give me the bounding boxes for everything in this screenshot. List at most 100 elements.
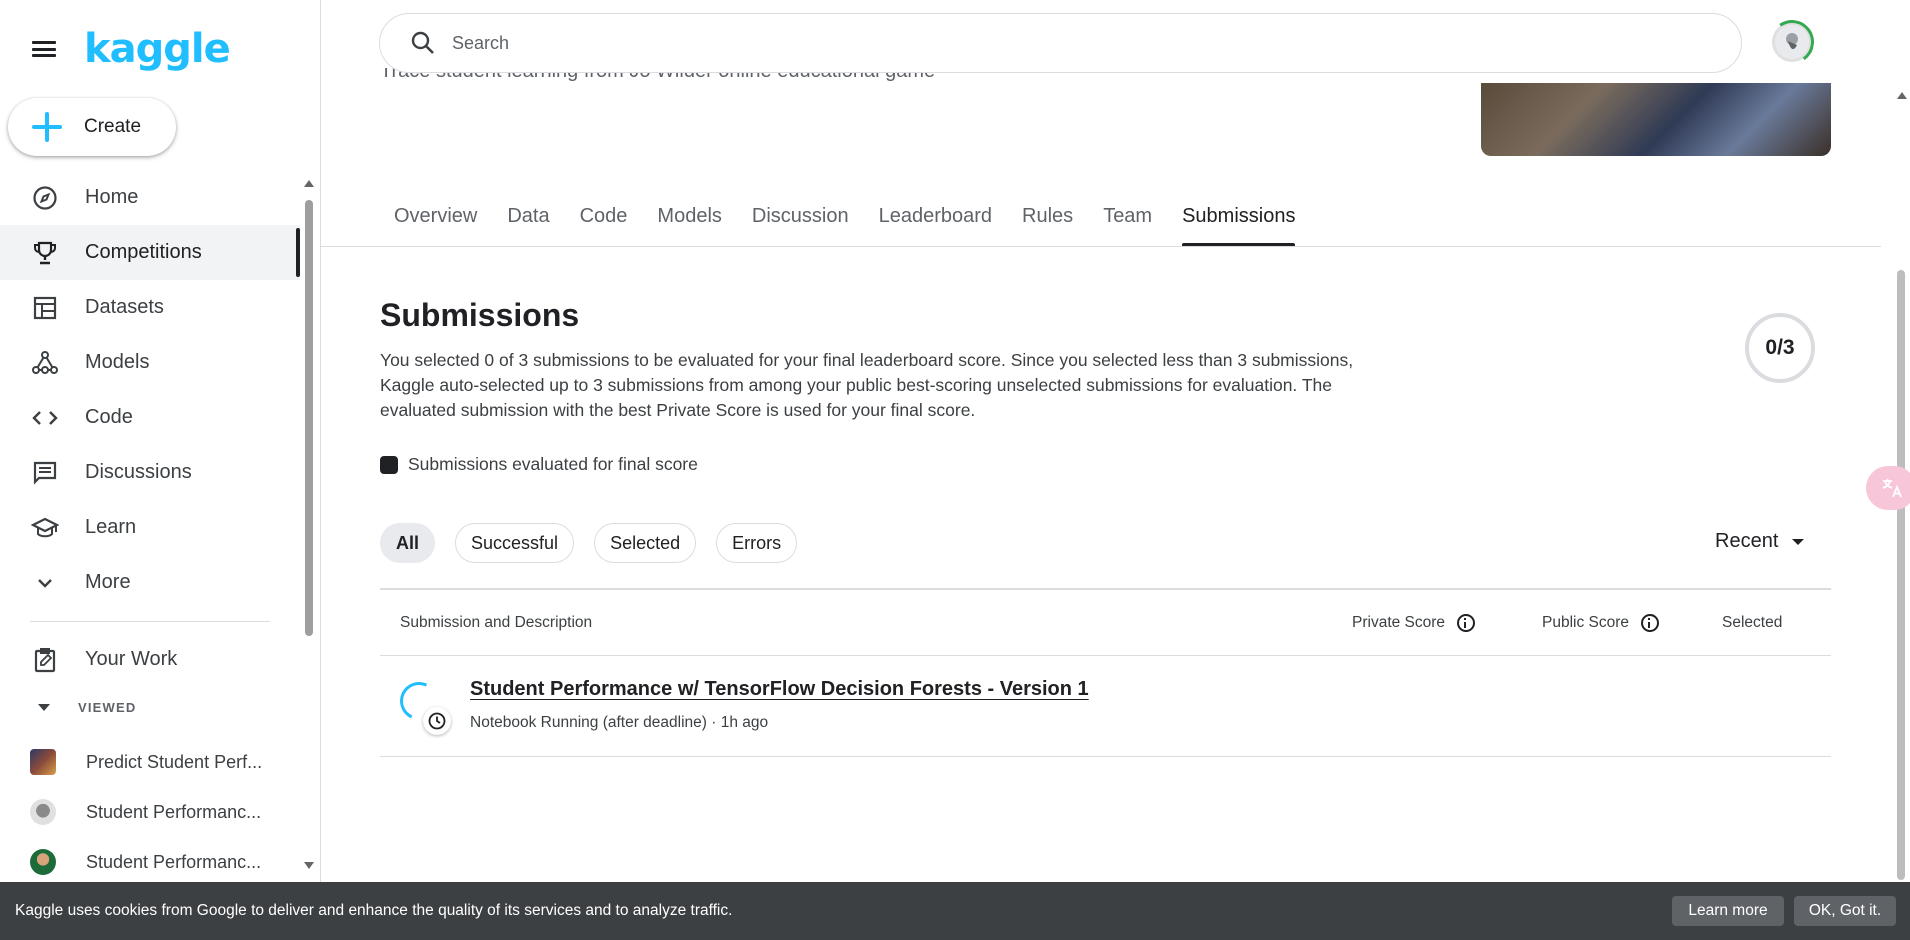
clipboard-edit-icon: [30, 645, 60, 675]
sidebar-item-label: Your Work: [85, 648, 178, 670]
scroll-down-icon[interactable]: [304, 862, 314, 869]
filter-errors[interactable]: Errors: [716, 523, 798, 563]
search-input[interactable]: [452, 32, 1652, 54]
col-selected: Selected: [1722, 613, 1783, 631]
learn-more-button[interactable]: Learn more: [1672, 896, 1784, 926]
notebook-avatar: [30, 849, 56, 875]
sidebar-item-label: Models: [85, 351, 150, 373]
submissions-description: You selected 0 of 3 submissions to be ev…: [380, 350, 1354, 420]
tab-submissions[interactable]: Submissions: [1182, 199, 1296, 247]
scrollbar-thumb[interactable]: [305, 200, 313, 636]
sidebar-item-label: Learn: [85, 516, 137, 538]
sidebar-item-learn[interactable]: Learn: [0, 500, 300, 555]
tab-leaderboard[interactable]: Leaderboard: [879, 199, 992, 247]
info-icon[interactable]: [1457, 613, 1476, 632]
col-private-score-label: Private Score: [1352, 613, 1446, 631]
scroll-up-icon[interactable]: [304, 180, 314, 187]
info-icon[interactable]: [1641, 613, 1660, 632]
search-icon: [410, 30, 436, 56]
chevron-down-icon: [30, 568, 60, 598]
sort-label: Recent: [1715, 530, 1779, 552]
competition-header-image: [1481, 83, 1831, 156]
sidebar-scrollbar[interactable]: [303, 176, 314, 876]
filter-selected[interactable]: Selected: [594, 523, 697, 563]
code-icon: [30, 403, 60, 433]
competition-thumbnail: [30, 749, 56, 775]
tab-data[interactable]: Data: [507, 199, 549, 247]
caret-down-icon: [1792, 538, 1805, 545]
table-header: Submission and Description Private Score…: [380, 590, 1831, 656]
selected-counter: 0/3: [1745, 313, 1815, 383]
ok-got-it-button[interactable]: OK, Got it.: [1794, 896, 1896, 926]
sidebar-item-models[interactable]: Models: [0, 335, 300, 390]
sidebar-item-label: Datasets: [85, 296, 164, 318]
caret-down-icon: [38, 704, 50, 711]
notebook-avatar: [30, 799, 56, 825]
sidebar-nav: Home Competitions Datasets Models Code D…: [0, 170, 300, 610]
tab-rules[interactable]: Rules: [1022, 199, 1073, 247]
models-icon: [30, 348, 60, 378]
sidebar-item-home[interactable]: Home: [0, 170, 300, 225]
viewed-item-label: Student Performanc...: [86, 801, 262, 822]
tab-overview[interactable]: Overview: [394, 199, 477, 247]
viewed-item[interactable]: Student Performanc...: [0, 787, 300, 837]
menu-icon[interactable]: [30, 36, 58, 62]
sidebar-item-label: More: [85, 571, 131, 593]
col-submission: Submission and Description: [400, 613, 593, 631]
sidebar-item-discussions[interactable]: Discussions: [0, 445, 300, 500]
clock-icon: [423, 707, 451, 735]
legend: Submissions evaluated for final score: [380, 454, 698, 475]
sidebar-item-your-work[interactable]: Your Work: [0, 632, 300, 687]
sidebar-item-more[interactable]: More: [0, 555, 300, 610]
submissions-table: Submission and Description Private Score…: [380, 588, 1831, 757]
kaggle-logo[interactable]: kaggle: [84, 26, 231, 72]
comments-icon: [30, 458, 60, 488]
tabs-divider: [321, 246, 1881, 247]
col-public-score: Public Score: [1542, 613, 1660, 632]
submission-title-link[interactable]: Student Performance w/ TensorFlow Decisi…: [470, 678, 1089, 701]
sidebar-header: kaggle: [30, 26, 231, 72]
cookie-banner: Kaggle uses cookies from Google to deliv…: [0, 882, 1910, 940]
sidebar-item-label: Home: [85, 186, 139, 208]
competition-tabs: Overview Data Code Models Discussion Lea…: [379, 199, 1310, 247]
viewed-item-label: Student Performanc...: [86, 851, 262, 872]
sidebar-item-datasets[interactable]: Datasets: [0, 280, 300, 335]
col-public-score-label: Public Score: [1542, 613, 1630, 631]
school-icon: [30, 513, 60, 543]
tab-team[interactable]: Team: [1103, 199, 1152, 247]
sidebar-item-label: Code: [85, 406, 133, 428]
compass-icon: [30, 183, 60, 213]
viewed-item[interactable]: Student Performanc...: [0, 837, 300, 887]
tab-discussion[interactable]: Discussion: [752, 199, 849, 247]
tab-models[interactable]: Models: [657, 199, 721, 247]
sidebar-item-code[interactable]: Code: [0, 390, 300, 445]
create-label: Create: [84, 116, 142, 137]
page-title: Submissions: [380, 297, 580, 333]
filter-successful[interactable]: Successful: [455, 523, 575, 563]
tab-code[interactable]: Code: [580, 199, 628, 247]
legend-swatch: [380, 455, 398, 474]
scroll-up-icon[interactable]: [1897, 92, 1907, 99]
table-row: Student Performance w/ TensorFlow Decisi…: [380, 656, 1831, 757]
col-private-score: Private Score: [1352, 613, 1476, 632]
plus-icon: [30, 110, 64, 144]
create-button[interactable]: Create: [8, 98, 176, 156]
sort-dropdown[interactable]: Recent: [1715, 530, 1805, 553]
filter-chips: All Successful Selected Errors: [380, 523, 817, 563]
filter-all[interactable]: All: [380, 523, 436, 563]
table-icon: [30, 293, 60, 323]
sidebar-item-competitions[interactable]: Competitions: [0, 225, 300, 280]
sidebar-item-label: Competitions: [85, 241, 202, 263]
viewed-item[interactable]: Predict Student Perf...: [0, 737, 300, 787]
avatar-progress-ring: [1766, 16, 1818, 68]
translate-icon[interactable]: [1866, 466, 1910, 510]
sidebar: kaggle Create Home Competitions Datasets: [0, 0, 321, 940]
cookie-message: Kaggle uses cookies from Google to deliv…: [15, 902, 733, 919]
viewed-item-label: Predict Student Perf...: [86, 751, 263, 772]
viewed-section-toggle[interactable]: VIEWED: [30, 700, 136, 715]
trophy-icon: [30, 238, 60, 268]
search-bar[interactable]: [379, 13, 1742, 73]
page-scrollbar-thumb[interactable]: [1897, 270, 1905, 880]
sidebar-your-work: Your Work: [0, 632, 300, 687]
viewed-list: Predict Student Perf... Student Performa…: [0, 737, 300, 887]
